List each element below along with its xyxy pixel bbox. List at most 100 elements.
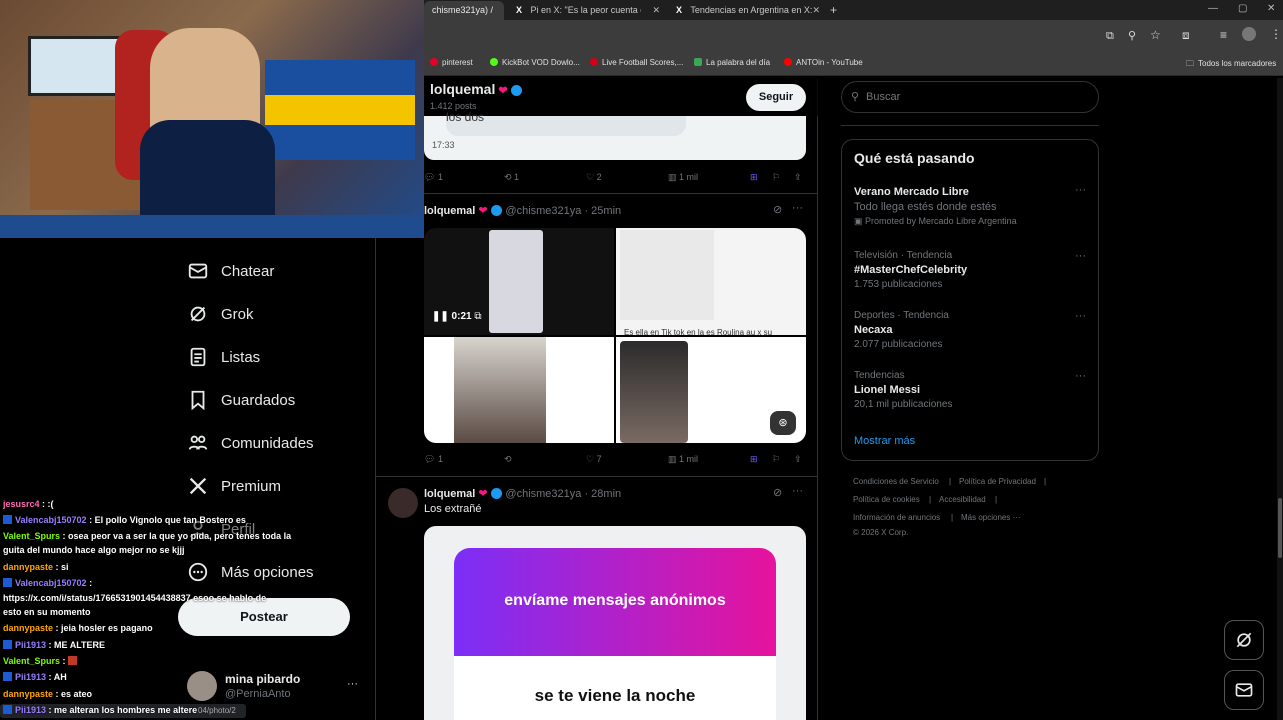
image-thumbnail[interactable]: Es ella en Tik tok en la es Roulina au x… — [616, 228, 806, 337]
avatar[interactable] — [388, 488, 418, 518]
youtube-icon — [784, 58, 792, 66]
nav-item-comunidades[interactable]: Comunidades — [187, 428, 314, 458]
tweet-handle[interactable]: @chisme321ya — [505, 205, 581, 217]
trend-item[interactable]: Verano Mercado Libre Todo llega estés do… — [854, 186, 1017, 227]
tweet-image[interactable]: envíame mensajes anónimos se te viene la… — [424, 526, 806, 720]
trend-more-button[interactable]: ··· — [1075, 310, 1086, 322]
footer-link[interactable]: Información de anuncios — [853, 513, 940, 522]
trend-item[interactable]: Deportes · Tendencia Necaxa 2.077 public… — [854, 310, 949, 350]
nav-item-grok[interactable]: Grok — [187, 299, 254, 329]
tweet-time[interactable]: · 28min — [584, 488, 621, 500]
share-icon[interactable]: ⇪ — [794, 454, 802, 465]
like-button[interactable]: ♡ 2 — [586, 172, 602, 183]
account-more-button[interactable]: ··· — [347, 678, 358, 690]
share-icon[interactable]: ⇪ — [794, 172, 802, 183]
like-button[interactable]: ♡ 7 — [586, 454, 602, 465]
bookmark-palabra[interactable]: La palabra del día — [694, 58, 770, 67]
cast-icon[interactable]: ⧉ — [1106, 30, 1114, 43]
grok-icon[interactable]: ⊘ — [773, 203, 782, 216]
scrollbar-thumb[interactable] — [1278, 498, 1282, 558]
tweet-more-button[interactable]: ··· — [792, 202, 803, 214]
repost-button[interactable]: ⟲ 1 — [504, 172, 519, 183]
chat-text: : El pollo Vignolo que tan Bostero es — [89, 515, 246, 525]
nav-label: Más opciones — [221, 563, 314, 581]
chat-user: Valencabj150702 — [15, 578, 87, 588]
close-window-icon[interactable]: ✕ — [1267, 3, 1275, 14]
nav-item-mas-opciones[interactable]: Más opciones — [187, 557, 314, 587]
bookmark-live-football[interactable]: Live Football Scores,... — [590, 58, 683, 67]
repost-button[interactable]: ⟲ — [504, 454, 512, 465]
footer-link[interactable]: Condiciones de Servicio — [853, 477, 939, 486]
video-duration: ❚❚ 0:21 ⧉ — [432, 311, 482, 322]
avatar[interactable] — [187, 671, 217, 701]
nav-item-chatear[interactable]: Chatear — [187, 256, 274, 286]
tweet-handle[interactable]: @chisme321ya — [505, 488, 581, 500]
nav-item-listas[interactable]: Listas — [187, 342, 260, 372]
boca-flag — [265, 60, 415, 160]
nav-item-premium[interactable]: Premium — [187, 471, 281, 501]
search-input[interactable]: ⚲ Buscar — [841, 81, 1099, 113]
grok-bookmark-icon[interactable]: ⊞ — [750, 454, 758, 465]
chat-message: jesusrc4 : :( — [3, 499, 54, 509]
alt-grok-icon[interactable]: ⊛ — [770, 411, 796, 435]
footer-link[interactable]: Política de cookies — [853, 495, 920, 504]
browser-tab-active[interactable]: chisme321ya) / — [424, 1, 504, 20]
views-button[interactable]: ▥ 1 mil — [668, 172, 698, 183]
browser-tab[interactable]: X Pi en X: "Es la peor cuenta de t" ✕ — [508, 1, 666, 20]
chat-text: : AH — [48, 672, 67, 682]
nav-item-guardados[interactable]: Guardados — [187, 385, 295, 415]
new-tab-button[interactable]: + — [830, 3, 837, 17]
trend-item[interactable]: Tendencias Lionel Messi 20,1 mil publica… — [854, 370, 952, 410]
trend-more-button[interactable]: ··· — [1075, 184, 1086, 196]
menu-icon[interactable]: ⋮ — [1270, 27, 1282, 41]
bookmark-kickbot[interactable]: KickBot VOD Dowlo... — [490, 58, 580, 67]
trend-title: Lionel Messi — [854, 384, 921, 396]
image-thumbnail[interactable] — [424, 337, 614, 443]
bookmark-pinterest[interactable]: pinterest — [430, 58, 473, 67]
bookmark-icon[interactable]: ⚐ — [772, 172, 780, 183]
grok-fab-button[interactable] — [1224, 620, 1264, 660]
group-photo — [454, 337, 546, 443]
column-divider — [375, 238, 376, 720]
quoted-message-box[interactable]: los dos 17:33 — [424, 110, 806, 160]
browser-tab[interactable]: X Tendencias en Argentina en X: ✕ — [668, 1, 826, 20]
bookmark-icon[interactable]: ⚐ — [772, 454, 780, 465]
video-thumbnail[interactable]: ❚❚ 0:21 ⧉ — [424, 228, 614, 335]
star-icon[interactable]: ☆ — [1150, 28, 1161, 42]
minimize-icon[interactable]: — — [1208, 3, 1218, 14]
show-more-link[interactable]: Mostrar más — [854, 435, 915, 447]
close-icon[interactable]: ✕ — [812, 5, 820, 16]
footer-link[interactable]: Accesibilidad — [939, 495, 986, 504]
trend-item[interactable]: Televisión · Tendencia #MasterChefCelebr… — [854, 250, 967, 290]
trend-more-button[interactable]: ··· — [1075, 370, 1086, 382]
grok-icon[interactable]: ⊘ — [773, 486, 782, 499]
tweet-time[interactable]: · 25min — [584, 205, 621, 217]
avatar[interactable] — [1242, 27, 1256, 41]
messages-fab-button[interactable] — [1224, 670, 1264, 710]
bookmark-label: La palabra del día — [706, 58, 771, 67]
trend-more-button[interactable]: ··· — [1075, 250, 1086, 262]
tweet-author[interactable]: lolquemal — [424, 488, 475, 500]
zoom-icon[interactable]: ⚲ — [1128, 29, 1136, 42]
footer-link[interactable]: Más opciones ··· — [961, 513, 1021, 522]
media-icon[interactable]: ≡ — [1220, 28, 1227, 42]
extensions-icon[interactable]: ⧈ — [1182, 28, 1190, 43]
tweet-author[interactable]: lolquemal — [424, 205, 475, 217]
trend-subtitle: Todo llega estés donde estés — [854, 201, 997, 213]
bookmark-youtube[interactable]: ANTOin - YouTube — [784, 58, 863, 67]
maximize-icon[interactable]: ▢ — [1238, 3, 1247, 14]
grok-bookmark-icon[interactable]: ⊞ — [750, 172, 758, 183]
footer-link[interactable]: Política de Privacidad — [959, 477, 1036, 486]
image-thumbnail[interactable]: ⊛ — [616, 337, 806, 443]
all-bookmarks[interactable]: 🗀 Todos los marcadores — [1186, 58, 1276, 72]
tweet-more-button[interactable]: ··· — [792, 485, 803, 497]
tweet-media-grid[interactable]: ❚❚ 0:21 ⧉ Es ella en Tik tok en la es Ro… — [424, 228, 806, 443]
address-bar-area: ⧉ ⚲ ☆ ⧈ ≡ ⋮ — [424, 20, 1283, 50]
scrollbar[interactable] — [1277, 78, 1283, 720]
views-button[interactable]: ▥ 1 mil — [668, 454, 698, 465]
reply-button[interactable]: 💬︎ 1 — [424, 172, 443, 183]
reply-button[interactable]: 💬︎ 1 — [424, 454, 443, 465]
post-button[interactable]: Postear — [178, 598, 350, 636]
close-icon[interactable]: ✕ — [652, 5, 660, 16]
follow-button[interactable]: Seguir — [746, 84, 806, 111]
